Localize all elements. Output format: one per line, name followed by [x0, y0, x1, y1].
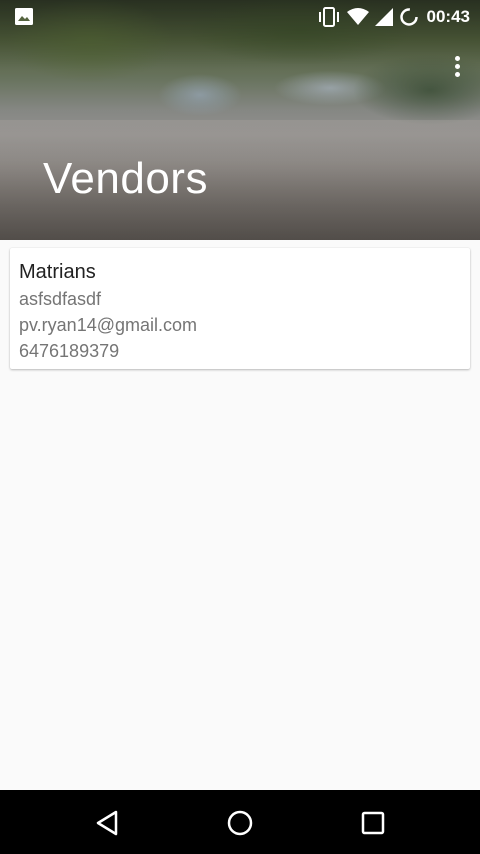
wifi-icon	[346, 8, 369, 25]
vendor-card[interactable]: Matrians asfsdfasdf pv.ryan14@gmail.com …	[10, 248, 470, 369]
status-icons: 00:43	[317, 6, 470, 28]
overflow-dot	[454, 72, 460, 77]
header-banner: 00:43 Vendors	[0, 0, 480, 240]
gallery-icon	[15, 8, 33, 25]
vendor-phone: 6476189379	[19, 341, 120, 361]
recents-icon	[361, 811, 385, 835]
recents-button[interactable]	[356, 806, 390, 840]
back-button[interactable]	[90, 806, 124, 840]
navigation-bar	[0, 790, 480, 854]
page-title: Vendors	[43, 154, 208, 203]
vendor-email: pv.ryan14@gmail.com	[19, 315, 198, 335]
vendors-screen: 00:43 Vendors Matrians asfsdfasdf pv.rya…	[0, 0, 480, 854]
home-button[interactable]	[223, 806, 257, 840]
overflow-menu-icon[interactable]	[452, 56, 462, 82]
header-shade	[0, 0, 480, 240]
status-time: 00:43	[426, 7, 470, 26]
back-icon	[96, 810, 118, 836]
vendor-description: asfsdfasdf	[19, 289, 102, 309]
overflow-dot	[454, 56, 460, 61]
overflow-dot	[454, 64, 460, 69]
vendor-name: Matrians	[19, 261, 96, 283]
vibrate-icon	[318, 7, 339, 27]
status-bar: 00:43	[0, 0, 480, 34]
sync-icon	[399, 8, 418, 26]
signal-icon	[374, 8, 393, 26]
home-icon	[227, 810, 253, 836]
